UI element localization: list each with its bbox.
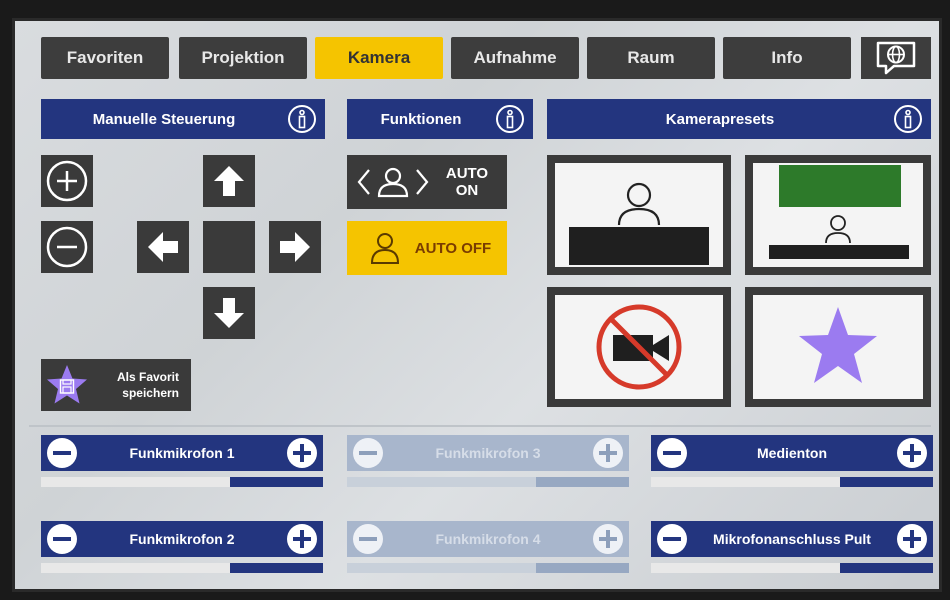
volume-down-icon[interactable] <box>655 436 689 470</box>
auto-off-label: AUTO OFF <box>414 239 492 257</box>
favorite-label-line1: Als Favorit <box>116 370 179 384</box>
mic-slider-medienton[interactable]: Medienton <box>651 435 933 487</box>
room-overview-icon <box>769 165 909 259</box>
volume-down-icon[interactable] <box>655 522 689 556</box>
volume-down-icon <box>353 438 383 468</box>
level-track <box>347 477 629 487</box>
tab-kamera[interactable]: Kamera <box>315 37 443 79</box>
volume-down-icon <box>353 524 383 554</box>
volume-up-icon <box>593 524 623 554</box>
no-camera-icon <box>596 304 682 390</box>
volume-up-icon[interactable] <box>895 436 929 470</box>
volume-down-icon[interactable] <box>45 522 79 556</box>
level-fill <box>535 477 629 487</box>
info-icon[interactable] <box>893 104 923 134</box>
volume-up-icon <box>593 438 623 468</box>
pan-left-button[interactable] <box>137 221 189 273</box>
header-manual-control: Manuelle Steuerung <box>41 99 325 139</box>
arrow-left-icon <box>148 232 178 262</box>
preset-lectern[interactable] <box>547 155 731 275</box>
info-icon[interactable] <box>495 104 525 134</box>
volume-up-icon[interactable] <box>895 522 929 556</box>
volume-down-icon[interactable] <box>45 436 79 470</box>
auto-on-button[interactable]: AUTO ON <box>347 155 507 209</box>
tab-projektion[interactable]: Projektion <box>179 37 307 79</box>
mic-slider-funkmikrofon-3: Funkmikrofon 3 <box>347 435 629 487</box>
pan-down-button[interactable] <box>203 287 255 339</box>
zoom-out-button[interactable] <box>41 221 93 273</box>
auto-on-label: AUTO ON <box>445 165 489 199</box>
touch-panel-screen: Favoriten Projektion Kamera Aufnahme Rau… <box>12 18 942 592</box>
minus-circle-icon <box>46 226 88 268</box>
mic-label: Mikrofonanschluss Pult <box>713 531 871 547</box>
header-camera-presets: Kamerapresets <box>547 99 931 139</box>
person-icon <box>370 233 400 264</box>
mic-label: Funkmikrofon 3 <box>435 445 541 461</box>
pan-up-button[interactable] <box>203 155 255 207</box>
preset-camera-off[interactable] <box>547 287 731 407</box>
arrow-up-icon <box>214 166 244 196</box>
star-icon <box>799 307 877 383</box>
mic-slider-funkmikrofon-2[interactable]: Funkmikrofon 2 <box>41 521 323 573</box>
volume-up-icon[interactable] <box>285 436 319 470</box>
level-fill <box>229 563 323 573</box>
star-save-icon <box>47 365 87 404</box>
level-fill <box>535 563 629 573</box>
mic-label: Funkmikrofon 4 <box>435 531 541 547</box>
level-track[interactable] <box>651 563 933 573</box>
auto-off-button[interactable]: AUTO OFF <box>347 221 507 275</box>
plus-circle-icon <box>46 160 88 202</box>
lectern-presenter-icon <box>569 182 709 265</box>
volume-up-icon[interactable] <box>285 522 319 556</box>
auto-tracking-icon <box>357 167 429 198</box>
level-track[interactable] <box>651 477 933 487</box>
arrow-right-icon <box>280 232 310 262</box>
mic-label: Funkmikrofon 1 <box>129 445 235 461</box>
level-track[interactable] <box>41 563 323 573</box>
level-fill <box>839 477 933 487</box>
tab-info[interactable]: Info <box>723 37 851 79</box>
level-track <box>347 563 629 573</box>
tab-raum[interactable]: Raum <box>587 37 715 79</box>
save-favorite-button[interactable]: Als Favorit speichern <box>41 359 191 411</box>
header-functions-title: Funktionen <box>380 110 462 128</box>
section-divider <box>29 425 931 427</box>
header-presets-title: Kamerapresets <box>665 110 775 128</box>
mic-slider-mikrofonanschluss-pult[interactable]: Mikrofonanschluss Pult <box>651 521 933 573</box>
preset-whiteboard[interactable] <box>745 155 931 275</box>
tab-aufnahme[interactable]: Aufnahme <box>451 37 579 79</box>
mic-slider-funkmikrofon-1[interactable]: Funkmikrofon 1 <box>41 435 323 487</box>
globe-chat-icon <box>876 41 916 75</box>
header-manual-title: Manuelle Steuerung <box>92 110 236 128</box>
language-button[interactable] <box>861 37 931 79</box>
mic-label: Funkmikrofon 2 <box>129 531 235 547</box>
level-track[interactable] <box>41 477 323 487</box>
preset-favorite[interactable] <box>745 287 931 407</box>
level-fill <box>839 563 933 573</box>
zoom-in-button[interactable] <box>41 155 93 207</box>
mic-label: Medienton <box>757 445 827 461</box>
tab-favoriten[interactable]: Favoriten <box>41 37 169 79</box>
level-fill <box>229 477 323 487</box>
favorite-label-line2: speichern <box>122 386 179 400</box>
arrow-down-icon <box>214 298 244 328</box>
info-icon[interactable] <box>287 104 317 134</box>
mic-slider-funkmikrofon-4: Funkmikrofon 4 <box>347 521 629 573</box>
header-functions: Funktionen <box>347 99 533 139</box>
pan-home-button[interactable] <box>203 221 255 273</box>
pan-right-button[interactable] <box>269 221 321 273</box>
